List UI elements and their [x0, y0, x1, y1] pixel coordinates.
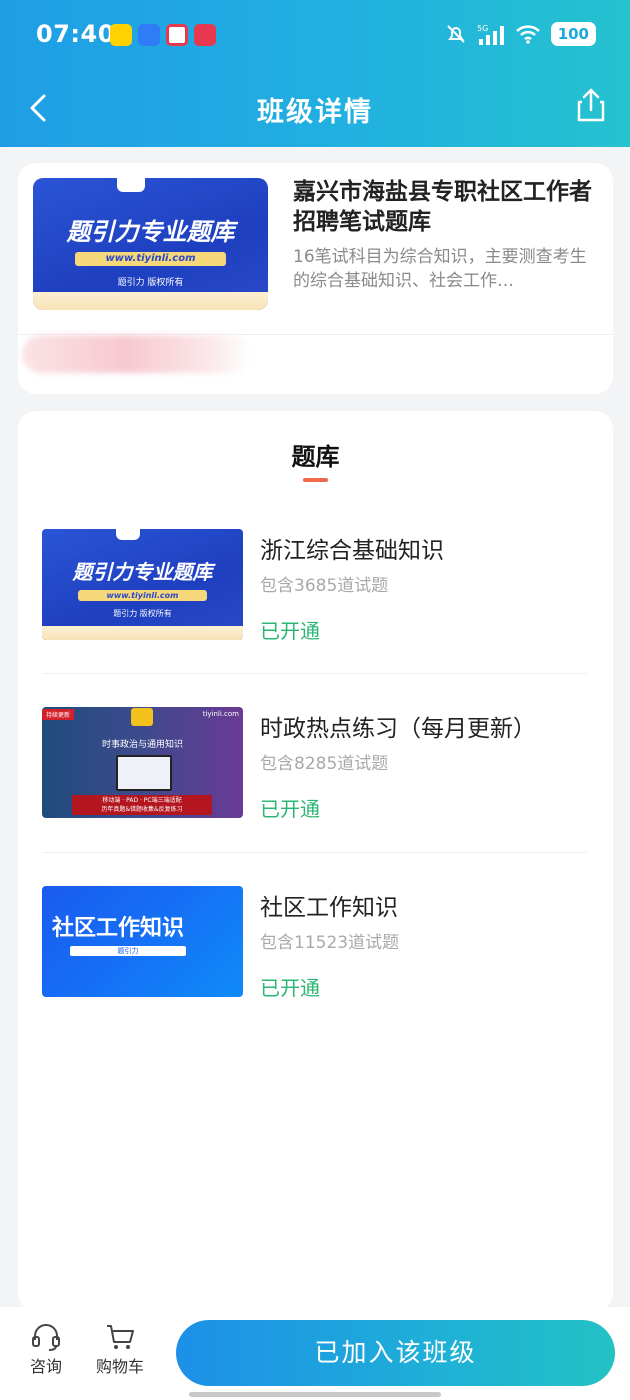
cover-logo	[131, 708, 153, 726]
bank-item-count: 包含8285道试题	[260, 754, 389, 774]
bank-item-status: 已开通	[260, 797, 320, 821]
cover-title: 题引力专业题库	[66, 218, 235, 246]
status-bar: 07:40 5G 100	[0, 0, 630, 70]
bank-item-1-cover: 题引力专业题库 www.tiyinli.com 题引力 版权所有	[42, 529, 243, 640]
list-divider	[42, 852, 587, 853]
cover-sub: 题引力	[70, 946, 186, 956]
bank-item-2-cover: 持续更新 tiyinli.com 时事政治与通用知识 移动端 · PAD · P…	[42, 707, 243, 818]
bank-item-status: 已开通	[260, 976, 320, 1000]
list-divider	[42, 673, 587, 674]
share-icon[interactable]	[574, 86, 608, 126]
bank-item-1[interactable]: 题引力专业题库 www.tiyinli.com 题引力 版权所有 浙江综合基础知…	[42, 529, 587, 643]
cover-badge	[117, 178, 145, 192]
app-red-icon	[166, 24, 188, 46]
wifi-icon	[515, 25, 540, 44]
bank-item-title: 浙江综合基础知识	[260, 538, 444, 564]
nav-bar: 班级详情	[0, 70, 630, 147]
cover-bottom-banner: 移动端 · PAD · PC端三端适配 历年真题&错题收集&反复练习	[72, 795, 212, 815]
cover-url: www.tiyinli.com	[78, 590, 207, 601]
mute-bell-icon	[446, 25, 465, 43]
app-flower-icon	[194, 24, 216, 46]
headset-icon	[32, 1324, 60, 1351]
cover-badge	[116, 529, 140, 540]
app-shield-icon	[138, 24, 160, 46]
question-bank-card: 题库 题引力专业题库 www.tiyinli.com 题引力 版权所有 浙江综合…	[18, 411, 613, 1311]
status-indicators: 5G 100	[445, 22, 596, 46]
cover-tag: 持续更新	[42, 709, 75, 720]
signal-icon: 5G	[477, 24, 504, 45]
status-app-icons	[110, 24, 216, 46]
bank-heading: 题库	[291, 443, 340, 471]
meituan-icon	[110, 24, 132, 46]
cover-site: tiyinli.com	[202, 710, 239, 718]
cover-line-1: 移动端 · PAD · PC端三端适配	[102, 797, 182, 804]
status-time: 07:40	[36, 20, 115, 48]
class-info-card: 题引力专业题库 www.tiyinli.com 题引力 版权所有 嘉兴市海盐县专…	[18, 163, 613, 394]
cover-url: www.tiyinli.com	[75, 252, 226, 266]
cart-button[interactable]: 购物车	[92, 1323, 148, 1377]
consult-button[interactable]: 咨询	[26, 1323, 66, 1377]
cart-icon	[107, 1325, 134, 1349]
class-name: 嘉兴市海盐县专职社区工作者招聘笔试题库	[293, 179, 592, 235]
svg-text:5G: 5G	[477, 24, 488, 33]
consult-label: 咨询	[29, 1357, 62, 1376]
cover-title: 题引力专业题库	[72, 560, 213, 584]
cover-copyright: 题引力 版权所有	[113, 609, 172, 618]
heading-underline	[303, 478, 328, 482]
cover-device-mockup	[116, 755, 172, 791]
cover-footer-band	[42, 626, 243, 640]
cover-title: 社区工作知识	[52, 916, 185, 941]
cover-footer-band	[33, 292, 268, 310]
bank-item-count: 包含3685道试题	[260, 576, 389, 596]
bank-item-2[interactable]: 持续更新 tiyinli.com 时事政治与通用知识 移动端 · PAD · P…	[42, 707, 587, 821]
bank-item-status: 已开通	[260, 619, 320, 643]
bank-item-count: 包含11523道试题	[260, 933, 400, 953]
battery-indicator: 100	[550, 22, 596, 46]
class-description: 16笔试科目为综合知识，主要测查考生的综合基础知识、社会工作…	[293, 247, 587, 291]
home-indicator	[189, 1392, 441, 1397]
cover-copyright: 题引力 版权所有	[117, 278, 184, 288]
page-title: 班级详情	[257, 97, 373, 128]
joined-class-button[interactable]: 已加入该班级	[176, 1320, 615, 1386]
cart-label: 购物车	[95, 1357, 144, 1376]
bank-item-title: 社区工作知识	[260, 895, 398, 921]
cover-heading: 时事政治与通用知识	[101, 740, 183, 750]
blurred-content	[22, 335, 252, 373]
bank-item-3-cover: 社区工作知识 题引力	[42, 886, 243, 997]
class-cover-image: 题引力专业题库 www.tiyinli.com 题引力 版权所有	[33, 178, 268, 310]
cover-line-2: 历年真题&错题收集&反复练习	[101, 806, 183, 813]
bank-item-3[interactable]: 社区工作知识 题引力 社区工作知识 包含11523道试题 已开通	[42, 886, 587, 1000]
bottom-action-bar: 咨询 购物车 已加入该班级	[0, 1307, 630, 1400]
bank-item-title: 时政热点练习（每月更新）	[260, 716, 536, 742]
